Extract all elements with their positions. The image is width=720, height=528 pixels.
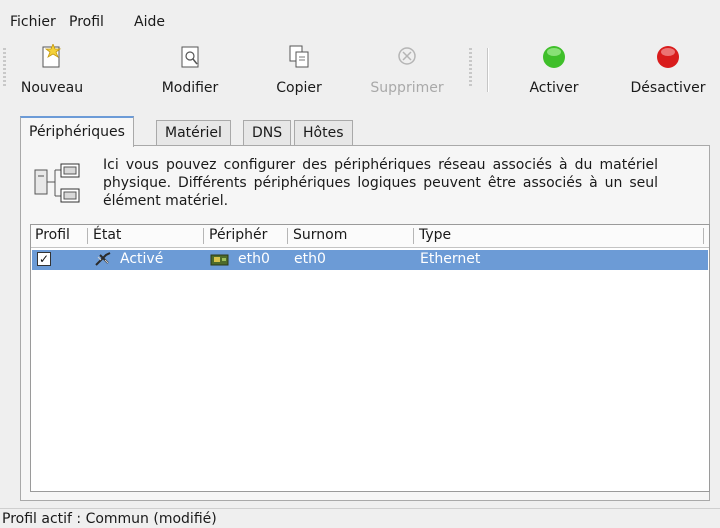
edit-document-icon <box>178 44 202 74</box>
toolbar: Nouveau Modifier Copier Supprimer Active… <box>0 36 720 110</box>
new-document-icon <box>40 42 64 74</box>
column-etat[interactable]: État <box>93 227 121 243</box>
modifier-label: Modifier <box>161 80 219 96</box>
column-surnom[interactable]: Surnom <box>293 227 347 243</box>
devices-list[interactable]: Profil État Périphér Surnom Type ✓ Activ… <box>30 224 710 492</box>
nouveau-label: Nouveau <box>20 80 84 96</box>
toolbar-separator <box>487 48 489 92</box>
nouveau-button[interactable]: Nouveau <box>12 36 92 106</box>
tab-dns[interactable]: DNS <box>243 120 292 146</box>
table-row[interactable]: ✓ Activé eth0 eth0 Ethernet <box>32 250 708 270</box>
menu-fichier[interactable]: Fichier <box>10 14 56 30</box>
tab-panel-peripheriques: Ici vous pouvez configurer des périphéri… <box>20 145 710 501</box>
status-bar: Profil actif : Commun (modifié) <box>0 508 720 528</box>
menu-bar: Fichier Profil Aide <box>0 0 720 32</box>
column-separator <box>87 228 88 244</box>
delete-icon <box>395 44 419 74</box>
column-separator <box>703 228 704 244</box>
status-icon <box>94 251 114 271</box>
supprimer-label: Supprimer <box>370 80 444 96</box>
column-separator <box>287 228 288 244</box>
info-text: Ici vous pouvez configurer des périphéri… <box>103 157 658 209</box>
activer-button[interactable]: Activer <box>514 36 594 106</box>
toolbar-grip-2[interactable] <box>469 48 472 88</box>
list-header: Profil État Périphér Surnom Type <box>31 225 709 248</box>
copier-button[interactable]: Copier <box>263 36 335 106</box>
activer-label: Activer <box>529 80 579 96</box>
menu-profil[interactable]: Profil <box>69 14 104 30</box>
supprimer-button[interactable]: Supprimer <box>356 36 458 106</box>
menu-aide[interactable]: Aide <box>134 14 165 30</box>
red-circle-icon <box>655 44 681 74</box>
profil-checkbox[interactable]: ✓ <box>37 252 51 266</box>
desactiver-label: Désactiver <box>630 80 706 96</box>
column-separator <box>413 228 414 244</box>
modifier-button[interactable]: Modifier <box>148 36 232 106</box>
column-peripherique[interactable]: Périphér <box>209 227 267 243</box>
column-type[interactable]: Type <box>419 227 451 243</box>
toolbar-grip[interactable] <box>3 48 6 88</box>
column-profil[interactable]: Profil <box>35 227 70 243</box>
status-text: Profil actif : Commun (modifié) <box>2 511 217 527</box>
etat-cell: Activé <box>120 251 164 267</box>
column-separator <box>203 228 204 244</box>
tab-hotes[interactable]: Hôtes <box>294 120 353 146</box>
network-devices-icon <box>33 162 81 210</box>
peripherique-cell: eth0 <box>238 251 270 267</box>
green-circle-icon <box>541 44 567 74</box>
tab-peripheriques[interactable]: Périphériques <box>20 116 134 147</box>
copy-icon <box>287 44 311 74</box>
desactiver-button[interactable]: Désactiver <box>616 36 720 106</box>
tab-materiel[interactable]: Matériel <box>156 120 231 146</box>
type-cell: Ethernet <box>420 251 481 267</box>
ethernet-card-icon <box>210 251 230 271</box>
copier-label: Copier <box>276 80 322 96</box>
surnom-cell: eth0 <box>294 251 326 267</box>
